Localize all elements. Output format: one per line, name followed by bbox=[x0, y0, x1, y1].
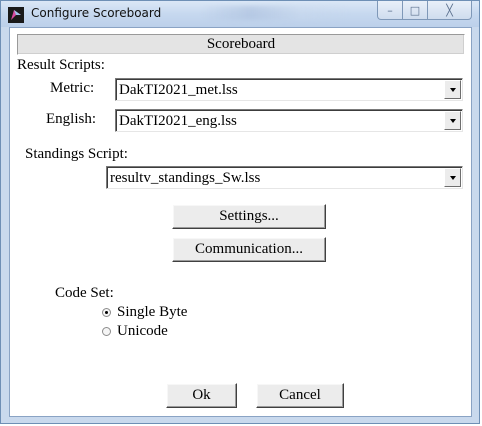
english-script-select[interactable]: DakTI2021_eng.lss bbox=[115, 109, 463, 132]
metric-label: Metric: bbox=[50, 80, 95, 96]
radio-button-checked[interactable] bbox=[102, 308, 111, 317]
title-bar-blur bbox=[201, 6, 351, 20]
radio-unicode[interactable]: Unicode bbox=[102, 323, 168, 340]
communication-button[interactable]: Communication... bbox=[172, 237, 326, 262]
caption-buttons: – □ ╳ bbox=[377, 1, 472, 21]
radio-single-byte[interactable]: Single Byte bbox=[102, 304, 187, 321]
minimize-button[interactable]: – bbox=[377, 1, 403, 20]
settings-button[interactable]: Settings... bbox=[172, 204, 326, 229]
metric-script-value: DakTI2021_met.lss bbox=[119, 82, 238, 98]
standings-dropdown-button[interactable] bbox=[444, 168, 461, 187]
ok-button[interactable]: Ok bbox=[166, 383, 237, 408]
metric-script-select[interactable]: DakTI2021_met.lss bbox=[115, 78, 463, 101]
maximize-button[interactable]: □ bbox=[403, 1, 428, 20]
chevron-down-icon bbox=[449, 118, 456, 123]
standings-script-select[interactable]: resultv_standings_Sw.lss bbox=[106, 166, 463, 189]
close-icon: ╳ bbox=[446, 3, 453, 17]
english-script-value: DakTI2021_eng.lss bbox=[119, 113, 237, 129]
radio-button[interactable] bbox=[102, 327, 111, 336]
english-label: English: bbox=[46, 111, 97, 127]
standings-script-value: resultv_standings_Sw.lss bbox=[110, 170, 261, 186]
dialog-window: Configure Scoreboard – □ ╳ Scoreboard Re… bbox=[0, 0, 480, 424]
radio-label-unicode: Unicode bbox=[117, 323, 168, 339]
dialog-client-area: Scoreboard Result Scripts: Metric: DakTI… bbox=[9, 27, 472, 417]
code-set-label: Code Set: bbox=[55, 285, 114, 301]
minimize-icon: – bbox=[387, 3, 393, 17]
radio-label-single-byte: Single Byte bbox=[117, 304, 188, 320]
app-arrow-icon bbox=[8, 7, 24, 23]
standings-script-label: Standings Script: bbox=[25, 146, 128, 162]
chevron-down-icon bbox=[449, 87, 456, 92]
window-title: Configure Scoreboard bbox=[31, 6, 162, 20]
metric-dropdown-button[interactable] bbox=[444, 80, 461, 99]
english-dropdown-button[interactable] bbox=[444, 111, 461, 130]
title-bar[interactable]: Configure Scoreboard – □ ╳ bbox=[1, 1, 479, 27]
result-scripts-label: Result Scripts: bbox=[17, 57, 105, 73]
cancel-button[interactable]: Cancel bbox=[256, 383, 344, 408]
panel-header: Scoreboard bbox=[17, 34, 465, 55]
maximize-icon: □ bbox=[409, 3, 421, 17]
close-button[interactable]: ╳ bbox=[428, 1, 472, 20]
chevron-down-icon bbox=[449, 175, 456, 180]
